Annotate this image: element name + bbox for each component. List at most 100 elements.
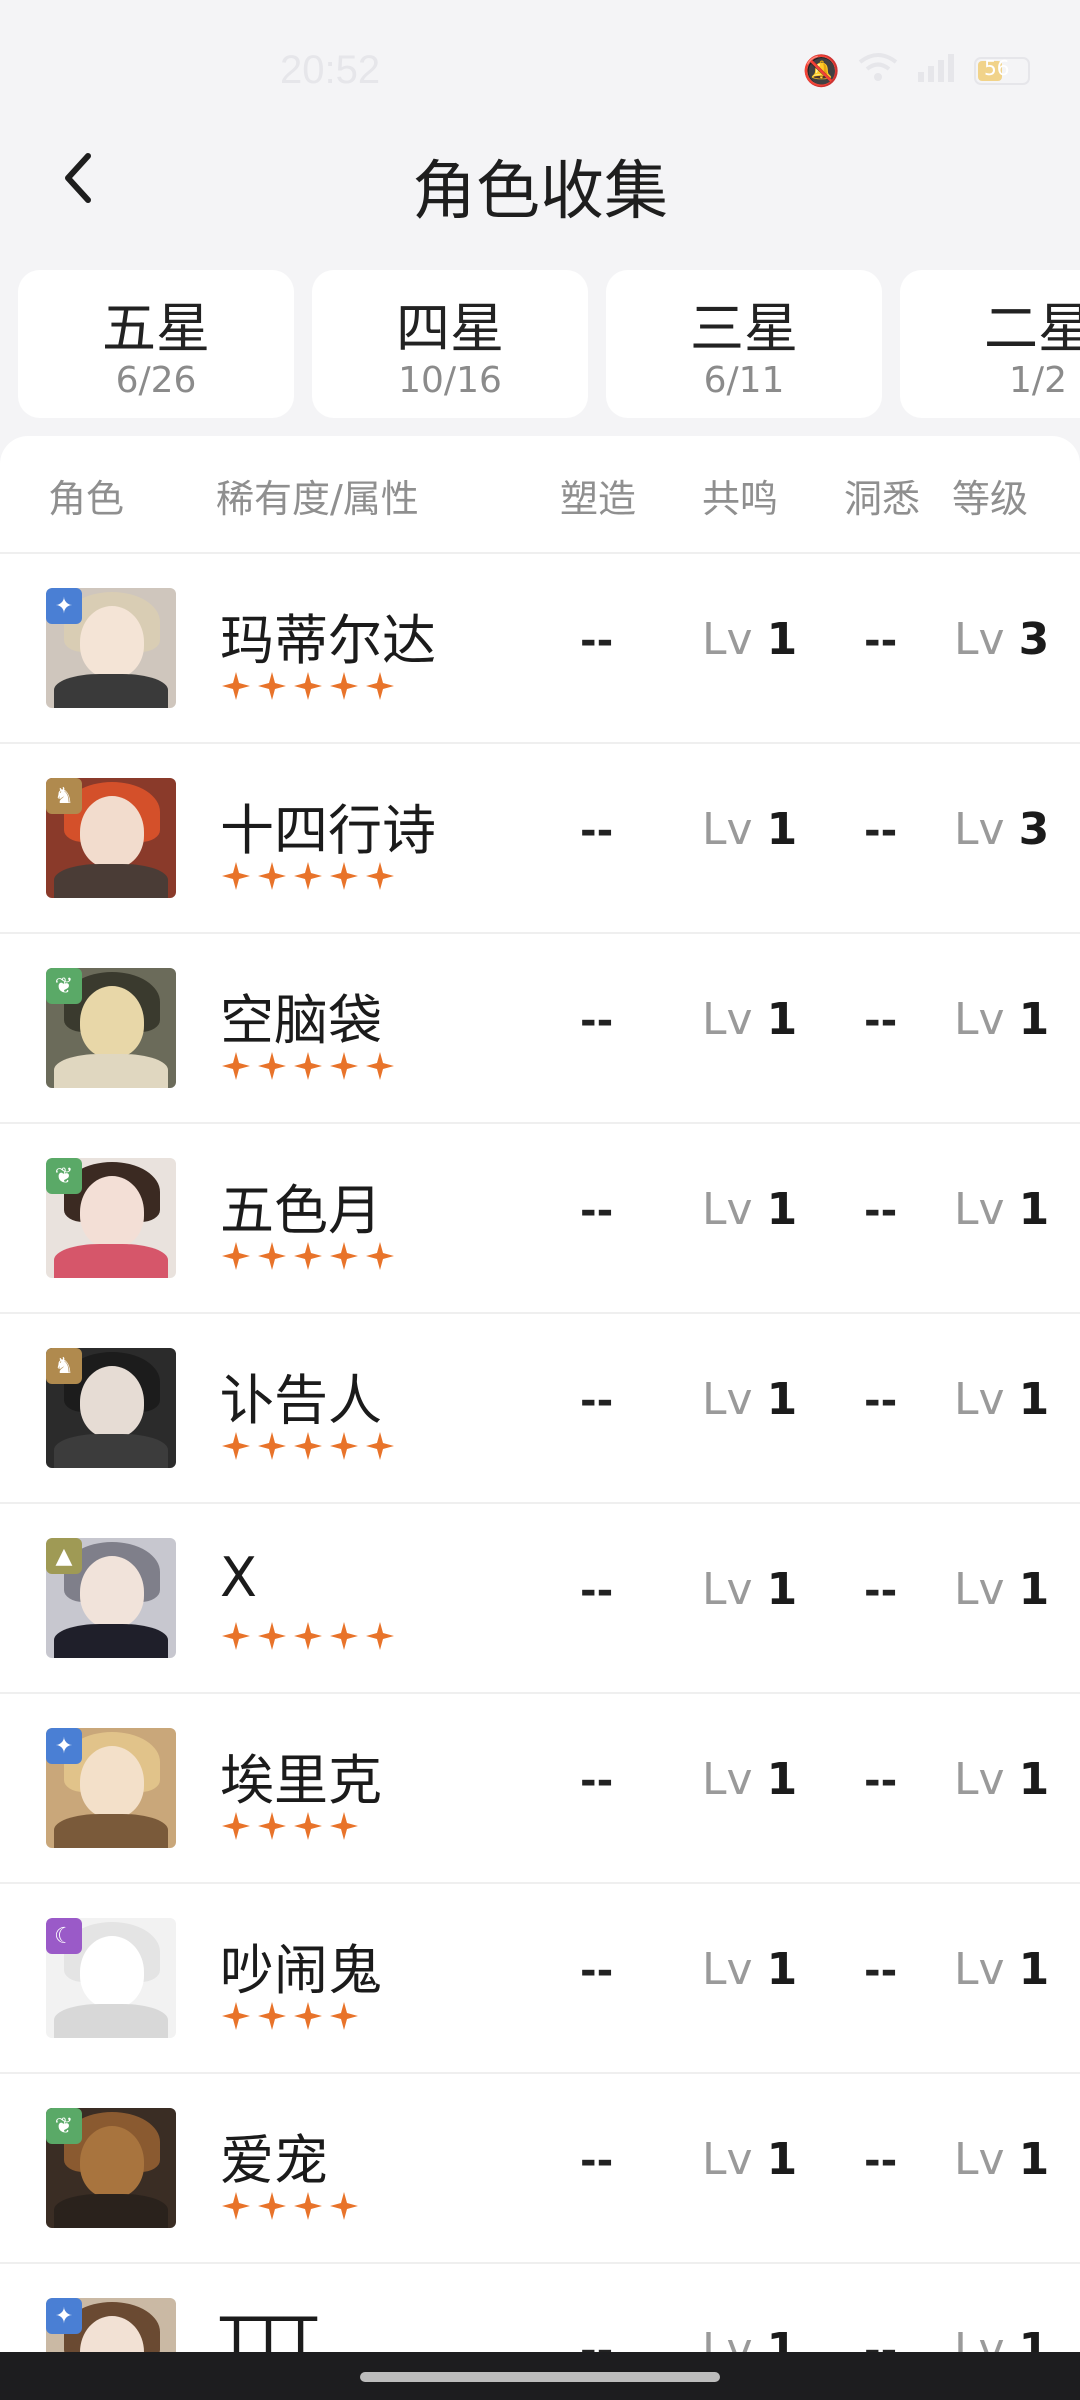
lv-prefix: Lv [702,1184,753,1235]
star-icon [330,1812,358,1840]
star-icon [294,2002,322,2030]
lv-value: 1 [1018,1944,1050,1995]
lv-prefix: Lv [954,1374,1005,1425]
character-name: 玛蒂尔达 [220,609,436,672]
lv-prefix: Lv [702,804,753,855]
tab-four-star[interactable]: 四星 10/16 [312,270,588,418]
lv-prefix: Lv [702,1754,753,1805]
star-icon [222,2002,250,2030]
shaping-value: -- [580,1758,614,1804]
header-resonance[interactable]: 共鸣 [702,468,778,523]
shaping-value: -- [580,1188,614,1234]
star-icon [258,1622,286,1650]
rarity-stars [220,1620,396,1652]
table-row[interactable]: ❦ 空脑袋 -- Lv 1 -- Lv 1 [0,934,1080,1124]
lv-value: 1 [1018,2134,1050,2185]
lv-value: 1 [1018,1374,1050,1425]
resonance-level: Lv 1 [702,1754,797,1805]
header-character[interactable]: 角色 [48,468,124,523]
lv-value: 1 [766,1564,798,1615]
lv-value: 1 [766,614,798,665]
rarity-stars [220,2190,360,2222]
spirit-attribute-icon: ☾ [46,1918,82,1954]
tab-count: 6/26 [115,360,197,401]
star-icon [330,1052,358,1080]
lv-prefix: Lv [954,1754,1005,1805]
star-icon [222,2192,250,2220]
tab-three-star[interactable]: 三星 6/11 [606,270,882,418]
table-row[interactable]: ✦ 玛蒂尔达 -- Lv 1 -- Lv 3 [0,554,1080,744]
table-row[interactable]: ♞ 讣告人 -- Lv 1 -- Lv 1 [0,1314,1080,1504]
character-avatar: ❦ [46,2108,176,2228]
character-name: 爱宠 [220,2129,328,2192]
signal-icon [916,52,956,90]
table-row[interactable]: ▲ X -- Lv 1 -- Lv 1 [0,1504,1080,1694]
character-name: 埃里克 [220,1749,382,1812]
shaping-value: -- [580,2138,614,2184]
battery-icon: 56 [974,56,1030,85]
character-level: Lv 1 [954,1564,1049,1615]
star-icon [330,1432,358,1460]
character-avatar: ▲ [46,1538,176,1658]
star-icon [222,672,250,700]
tab-two-star[interactable]: 二星 1/2 [900,270,1080,418]
lv-prefix: Lv [702,1944,753,1995]
status-icons: 🔕 56 [803,52,1030,90]
star-icon [222,862,250,890]
character-table: 角色 稀有度/属性 塑造 共鸣 洞悉 等级 ✦ 玛蒂尔达 -- Lv 1 -- Lv 3 ♞… [0,436,1080,2400]
character-avatar: ☾ [46,1918,176,2038]
rarity-stars [220,1810,360,1842]
lv-value: 1 [766,1944,798,1995]
table-row[interactable]: ❦ 爱宠 -- Lv 1 -- Lv 1 [0,2074,1080,2264]
header-level[interactable]: 等级 [952,468,1028,523]
star-icon [366,672,394,700]
home-indicator[interactable] [360,2372,720,2382]
resonance-level: Lv 1 [702,1184,797,1235]
lv-prefix: Lv [702,1564,753,1615]
rarity-stars [220,1050,396,1082]
character-name: 吵闹鬼 [220,1939,382,2002]
character-level: Lv 3 [954,614,1049,665]
rarity-stars [220,670,396,702]
star-icon [366,1242,394,1270]
plant-attribute-icon: ❦ [46,968,82,1004]
insight-value: -- [864,1188,898,1234]
lv-value: 3 [1018,804,1050,855]
star-icon [366,1622,394,1650]
resonance-level: Lv 1 [702,994,797,1045]
lv-value: 1 [766,994,798,1045]
character-avatar: ♞ [46,1348,176,1468]
header-insight[interactable]: 洞悉 [844,468,920,523]
tab-five-star[interactable]: 五星 6/26 [18,270,294,418]
page-title: 角色收集 [412,155,668,229]
table-row[interactable]: ☾ 吵闹鬼 -- Lv 1 -- Lv 1 [0,1884,1080,2074]
star-icon [258,1812,286,1840]
table-row[interactable]: ❦ 五色月 -- Lv 1 -- Lv 1 [0,1124,1080,1314]
resonance-level: Lv 1 [702,1564,797,1615]
resonance-level: Lv 1 [702,2134,797,2185]
star-icon [294,1622,322,1650]
table-row[interactable]: ♞ 十四行诗 -- Lv 1 -- Lv 3 [0,744,1080,934]
star-icon [294,1242,322,1270]
character-level: Lv 1 [954,1944,1049,1995]
header-shaping[interactable]: 塑造 [560,468,636,523]
status-time: 20:52 [280,48,381,92]
table-row[interactable]: ✦ 埃里克 -- Lv 1 -- Lv 1 [0,1694,1080,1884]
beast-attribute-icon: ♞ [46,778,82,814]
character-level: Lv 1 [954,1184,1049,1235]
star-icon [222,1242,250,1270]
lv-prefix: Lv [954,614,1005,665]
wifi-icon [858,52,898,90]
star-attribute-icon: ✦ [46,2298,82,2334]
star-icon [294,672,322,700]
star-icon [258,672,286,700]
star-icon [330,672,358,700]
beast-attribute-icon: ♞ [46,1348,82,1384]
star-icon [330,2192,358,2220]
header-rarity-attribute[interactable]: 稀有度/属性 [216,468,419,523]
star-icon [258,2002,286,2030]
character-level: Lv 1 [954,1374,1049,1425]
star-icon [366,1052,394,1080]
character-level: Lv 1 [954,994,1049,1045]
tab-count: 6/11 [703,360,785,401]
